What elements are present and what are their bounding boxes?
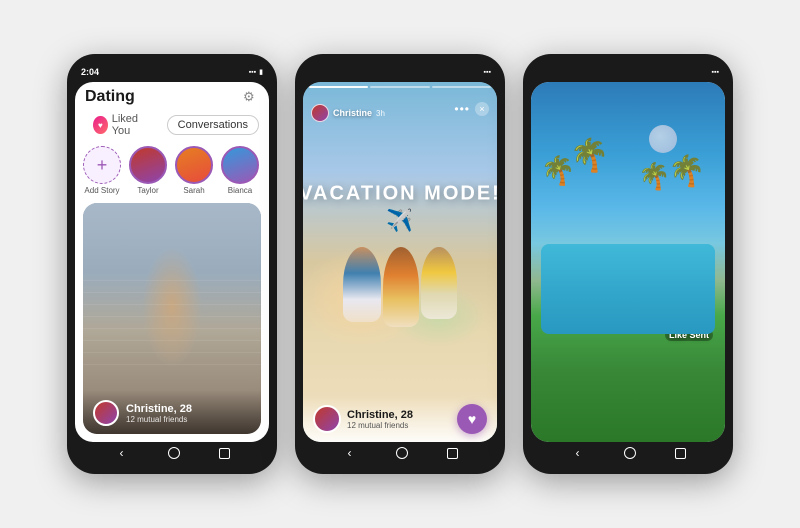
plane-icon: ✈️ xyxy=(303,208,497,234)
signal-icon-3: ▪▪▪ xyxy=(712,69,719,76)
recents-button-2[interactable] xyxy=(447,448,458,459)
bianca-label: Bianca xyxy=(228,186,252,195)
friend-3 xyxy=(421,247,457,319)
nav-bar-2: ‹ xyxy=(303,442,497,464)
sarah-label: Sarah xyxy=(183,186,204,195)
story-taylor[interactable]: Taylor xyxy=(129,146,167,195)
plus-icon: + xyxy=(97,155,108,176)
stories-row: + Add Story Taylor Sarah Bianca xyxy=(75,146,269,203)
story-username-2: Christine xyxy=(333,108,372,118)
resort-screen: 🌴 🌴 🌴 🌴 Christine 2h xyxy=(531,82,725,442)
phone-2: ▪▪▪ Christine 3h ••• × xyxy=(295,54,505,474)
vacation-overlay: VACATION MODE! ✈️ xyxy=(303,183,497,234)
status-icons-2: ▪▪▪ xyxy=(484,69,491,76)
story-person-left-2: Christine, 28 12 mutual friends xyxy=(313,405,413,433)
tab-liked-you[interactable]: ♥ Liked You xyxy=(85,110,159,140)
taylor-label: Taylor xyxy=(137,186,158,195)
nav-bar-3: ‹ xyxy=(531,442,725,464)
add-story-button[interactable]: + xyxy=(83,146,121,184)
like-button-2[interactable]: ♥ xyxy=(457,404,487,434)
story-actions-2: ••• × xyxy=(454,102,489,116)
story-user-2: Christine 3h xyxy=(311,104,385,122)
story-avatar-2 xyxy=(311,104,329,122)
add-story-label: Add Story xyxy=(84,186,119,195)
story-person-info-2: Christine, 28 12 mutual friends ♥ xyxy=(313,404,487,434)
settings-icon[interactable]: ⚙ xyxy=(243,89,259,105)
close-icon-2: × xyxy=(479,104,484,114)
back-button-2[interactable]: ‹ xyxy=(343,446,357,460)
dating-header: Dating ⚙ xyxy=(75,82,269,110)
battery-icon: ▮ xyxy=(259,68,263,76)
phone-3: ▪▪▪ 🌴 🌴 🌴 🌴 xyxy=(523,54,733,474)
story-person-avatar-2 xyxy=(313,405,341,433)
back-button-3[interactable]: ‹ xyxy=(571,446,585,460)
home-button-2[interactable] xyxy=(396,447,408,459)
status-bar-3: ▪▪▪ xyxy=(531,64,725,82)
sarah-avatar xyxy=(175,146,213,184)
add-story-item[interactable]: + Add Story xyxy=(83,146,121,195)
friends-figures xyxy=(343,247,457,327)
taylor-avatar xyxy=(129,146,167,184)
palm-left-2: 🌴 xyxy=(570,136,610,174)
card-name: Christine, 28 xyxy=(126,403,192,415)
card-avatar xyxy=(93,400,119,426)
recents-button-3[interactable] xyxy=(675,448,686,459)
story-person-text-2: Christine, 28 12 mutual friends xyxy=(347,409,413,430)
nav-bar-1: ‹ xyxy=(75,442,269,464)
signal-icon: ▪▪▪ xyxy=(249,69,256,76)
back-button-1[interactable]: ‹ xyxy=(115,446,129,460)
dating-title: Dating xyxy=(85,88,135,106)
status-bar-1: 2:04 ▪▪▪ ▮ xyxy=(75,64,269,82)
liked-label: Liked You xyxy=(112,113,151,137)
tab-conversations[interactable]: Conversations xyxy=(167,115,259,135)
home-button-3[interactable] xyxy=(624,447,636,459)
card-info-overlay: Christine, 28 12 mutual friends xyxy=(83,390,261,434)
friend-1 xyxy=(343,247,381,322)
resort-pool xyxy=(541,244,716,334)
story-header-2: Christine 3h ••• × xyxy=(303,82,497,126)
story-time-2: 3h xyxy=(376,109,385,118)
heart-icon-2: ♥ xyxy=(468,411,476,427)
recents-button-1[interactable] xyxy=(219,448,230,459)
vacation-label: VACATION MODE! xyxy=(303,183,497,205)
story-bottom-2: Christine, 28 12 mutual friends ♥ xyxy=(303,396,497,442)
dating-tabs: ♥ Liked You Conversations xyxy=(75,110,269,146)
story-person-mutual-2: 12 mutual friends xyxy=(347,421,413,430)
story-sarah[interactable]: Sarah xyxy=(175,146,213,195)
palm-right-2: 🌴 xyxy=(638,161,670,192)
phone-1: 2:04 ▪▪▪ ▮ Dating ⚙ ♥ Liked You Conversa… xyxy=(67,54,277,474)
home-button-1[interactable] xyxy=(168,447,180,459)
palm-right: 🌴 xyxy=(668,154,705,189)
signal-icon-2: ▪▪▪ xyxy=(484,69,491,76)
status-icons-1: ▪▪▪ ▮ xyxy=(249,68,263,76)
liked-icon: ♥ xyxy=(93,116,108,134)
friend-2 xyxy=(383,247,419,327)
status-bar-2: ▪▪▪ xyxy=(303,64,497,82)
time-1: 2:04 xyxy=(81,67,99,77)
close-button-2[interactable]: × xyxy=(475,102,489,116)
story-person-name-2: Christine, 28 xyxy=(347,409,413,421)
card-mutual: 12 mutual friends xyxy=(126,415,192,424)
more-icon-2[interactable]: ••• xyxy=(454,102,470,116)
bianca-avatar xyxy=(221,146,259,184)
card-text: Christine, 28 12 mutual friends xyxy=(126,403,192,424)
dating-card[interactable]: Christine, 28 12 mutual friends xyxy=(83,203,261,434)
story-screen-2: Christine 3h ••• × VACATION MODE! ✈️ Chr… xyxy=(303,82,497,442)
status-icons-3: ▪▪▪ xyxy=(712,69,719,76)
moon xyxy=(649,125,677,153)
story-bianca[interactable]: Bianca xyxy=(221,146,259,195)
dating-screen: Dating ⚙ ♥ Liked You Conversations + Add… xyxy=(75,82,269,442)
